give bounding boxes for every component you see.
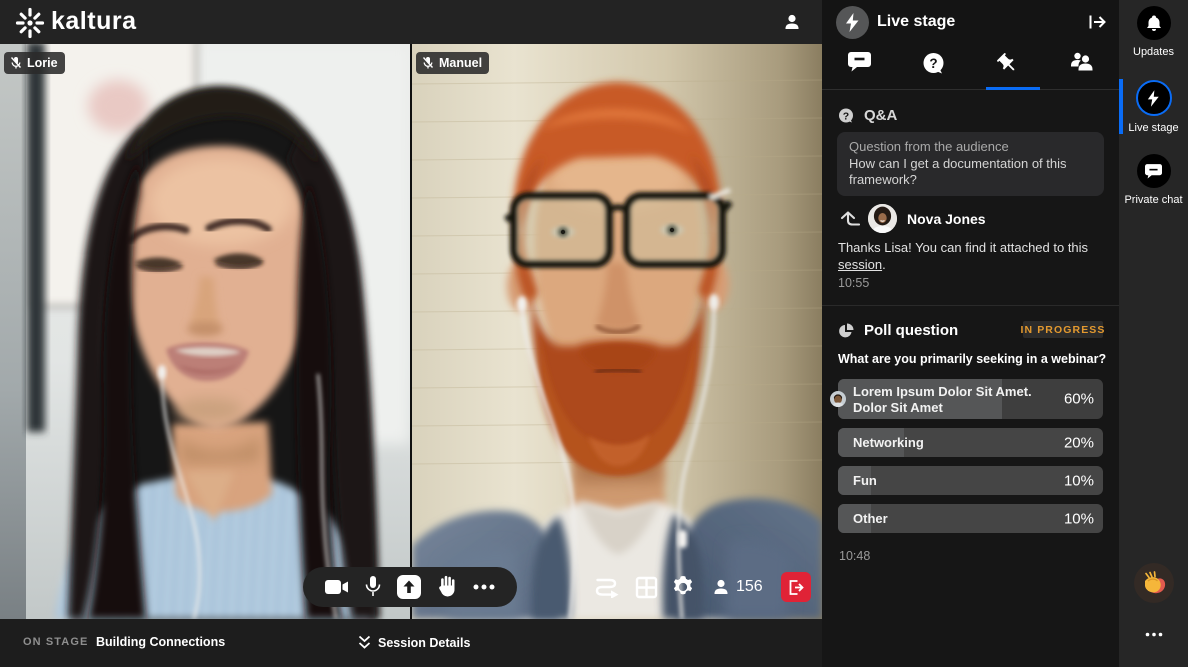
svg-text:?: ? bbox=[929, 56, 937, 71]
svg-text:?: ? bbox=[843, 110, 849, 122]
